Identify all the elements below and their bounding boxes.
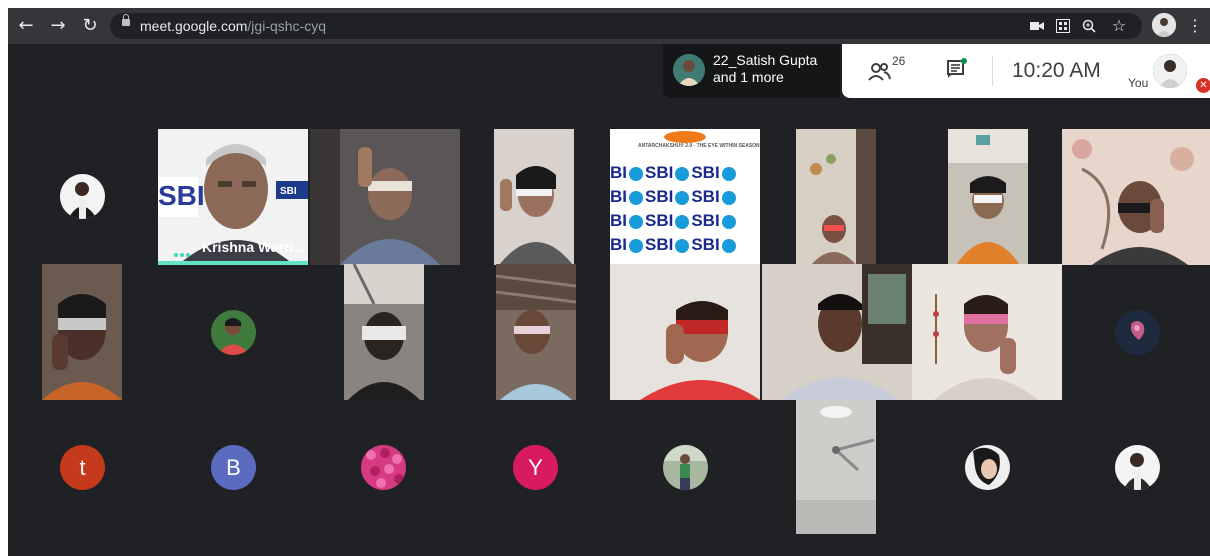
mic-off-icon: ✕ [1196, 78, 1210, 93]
participant-avatar-initial: B [211, 445, 256, 490]
participant-avatar-photo [211, 310, 256, 355]
participant-tile[interactable] [496, 264, 576, 400]
forward-icon[interactable]: → [46, 14, 70, 38]
participant-avatar-photo [1115, 310, 1160, 355]
banner-caption: ANTARCHAKSHU® 2.0 - THE EYE WITHIN SEASO… [638, 143, 760, 149]
participant-tile[interactable] [1062, 129, 1210, 265]
participant-count: 26 [892, 54, 906, 68]
participant-avatar-photo [663, 445, 708, 490]
sbi-row: BI SBI SBI [610, 211, 760, 231]
participant-tile-sbi-banner[interactable]: ANTARCHAKSHU® 2.0 - THE EYE WITHIN SEASO… [610, 129, 760, 265]
participant-tile-speaker[interactable]: SBI SBI Krishna Warri... [158, 129, 308, 265]
participant-tile[interactable] [762, 264, 912, 400]
you-label: You [1128, 76, 1149, 90]
lock-icon [122, 14, 130, 26]
address-bar[interactable]: meet.google.com/jgi-qshc-cyq [110, 13, 1142, 39]
svg-text:SBI: SBI [280, 186, 297, 197]
speaking-indicator-icon [174, 244, 194, 257]
presenter-avatar [673, 54, 705, 86]
participant-avatar-initial: Y [513, 445, 558, 490]
eye-logo [664, 131, 706, 143]
presenter-indicator[interactable]: 22_Satish Gupta and 1 more [663, 44, 840, 98]
participant-tile[interactable] [494, 129, 574, 265]
participant-tile[interactable] [912, 264, 1062, 400]
back-icon[interactable]: ← [14, 14, 38, 38]
participant-tile[interactable] [344, 264, 424, 400]
participant-tile[interactable] [610, 264, 760, 400]
presenter-name: 22_Satish Gupta and 1 more [713, 52, 818, 85]
self-avatar[interactable] [1153, 54, 1187, 88]
browser-toolbar: ← → ↻ meet.google.com/jgi-qshc-cyq ☆ ⋮ [8, 8, 1210, 44]
participant-avatar-photo [965, 445, 1010, 490]
divider [992, 56, 993, 86]
participant-avatar-photo [361, 445, 406, 490]
sbi-row: BI SBI SBI [610, 163, 760, 183]
url-text: meet.google.com/jgi-qshc-cyq [140, 18, 326, 34]
qr-code-icon[interactable] [1052, 14, 1074, 38]
participant-avatar-photo [60, 174, 105, 219]
profile-avatar[interactable] [1152, 13, 1176, 37]
active-speaker-bar [158, 261, 308, 265]
participant-tile[interactable] [42, 264, 122, 400]
participant-tile[interactable] [796, 400, 876, 534]
participant-avatar-initial: t [60, 445, 105, 490]
bottom-bar [8, 534, 1210, 556]
camera-icon[interactable] [1026, 14, 1048, 38]
sbi-row: BI SBI SBI [610, 187, 760, 207]
participant-name: Krishna Warri... [202, 239, 305, 255]
people-icon[interactable] [868, 60, 894, 84]
participant-tile[interactable] [796, 129, 876, 265]
sbi-row: BI SBI SBI [610, 235, 760, 255]
zoom-icon[interactable] [1078, 14, 1100, 38]
participant-tile[interactable] [310, 129, 460, 265]
reload-icon[interactable]: ↻ [78, 14, 102, 38]
meeting-info-panel: 26 10:20 AM You ✕ [842, 44, 1210, 98]
bookmark-star-icon[interactable]: ☆ [1108, 14, 1130, 38]
svg-text:SBI: SBI [158, 180, 205, 211]
participant-tile[interactable] [948, 129, 1028, 265]
chat-icon[interactable] [946, 58, 968, 80]
meet-window: ← → ↻ meet.google.com/jgi-qshc-cyq ☆ ⋮ 2… [8, 8, 1210, 556]
meeting-clock: 10:20 AM [1012, 59, 1101, 82]
more-vert-icon[interactable]: ⋮ [1184, 14, 1206, 38]
participant-avatar-photo [1115, 445, 1160, 490]
